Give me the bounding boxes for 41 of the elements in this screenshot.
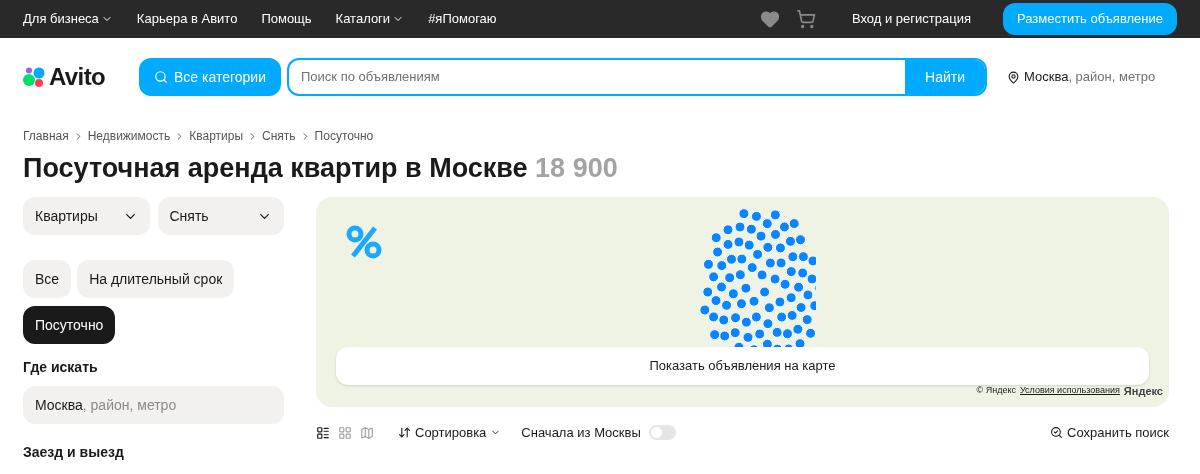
breadcrumb-link[interactable]: Снять xyxy=(262,127,296,145)
map-brand: Яндекс xyxy=(1123,383,1163,399)
logo-text[interactable]: Avito xyxy=(49,59,106,95)
filter-chip[interactable]: Все xyxy=(23,260,72,298)
breadcrumb-link[interactable]: Главная xyxy=(23,127,69,145)
toggle-label: Сначала из Москвы xyxy=(521,424,641,442)
sort-icon xyxy=(398,426,411,440)
section-heading: Заезд и выезд xyxy=(23,443,125,462)
map-block[interactable]: Показать объявления на карте © Яндекс Условия использования Яндекс xyxy=(316,197,1169,407)
map-attribution: © Яндекс xyxy=(976,384,1016,397)
filter-chip[interactable]: Посуточно xyxy=(23,306,116,344)
location-pin-icon xyxy=(1007,70,1020,84)
sort-button[interactable]: Сортировка xyxy=(398,423,502,443)
breadcrumb-link[interactable]: Квартиры xyxy=(189,127,244,145)
map-view-icon[interactable] xyxy=(360,425,374,440)
filter-dropdown[interactable]: Снять xyxy=(157,197,284,235)
terms-link[interactable]: Условия использования xyxy=(1019,384,1120,398)
cart-icon[interactable] xyxy=(795,9,816,29)
save-search-button[interactable]: Сохранить поиск xyxy=(1050,423,1169,443)
show-on-map-button[interactable]: Показать объявления на карте xyxy=(336,347,1149,385)
heart-icon[interactable] xyxy=(759,9,780,29)
filter-dropdown[interactable]: Квартиры xyxy=(23,197,150,235)
breadcrumb-link[interactable]: Посуточно xyxy=(314,127,374,145)
breadcrumb-link[interactable]: Недвижимость xyxy=(87,127,171,145)
login-link[interactable]: Вход и регистрация xyxy=(851,9,971,29)
location-link[interactable]: Москва, район, метро xyxy=(1024,67,1156,87)
logo-dots-icon xyxy=(23,66,45,88)
percent-icon xyxy=(346,225,382,259)
page-title: Посуточная аренда квартир в Москве 18 900 xyxy=(23,152,619,185)
top-nav-link[interactable]: Для бизнеса xyxy=(23,9,113,29)
top-nav-link[interactable]: Каталоги xyxy=(335,9,405,29)
list-view-icon[interactable] xyxy=(316,425,330,440)
location-field[interactable]: Москва, район, метро xyxy=(23,386,284,424)
toggle-switch[interactable] xyxy=(648,425,676,441)
section-heading: Где искать xyxy=(23,358,99,377)
top-nav-link[interactable]: Карьера в Авито xyxy=(136,9,238,29)
search-icon xyxy=(154,70,168,84)
save-search-icon xyxy=(1050,426,1064,440)
top-nav-link[interactable]: #яПомогаю xyxy=(428,9,497,29)
top-nav-link[interactable]: Помощь xyxy=(261,9,312,29)
filter-chip[interactable]: На длительный срок xyxy=(77,260,235,298)
